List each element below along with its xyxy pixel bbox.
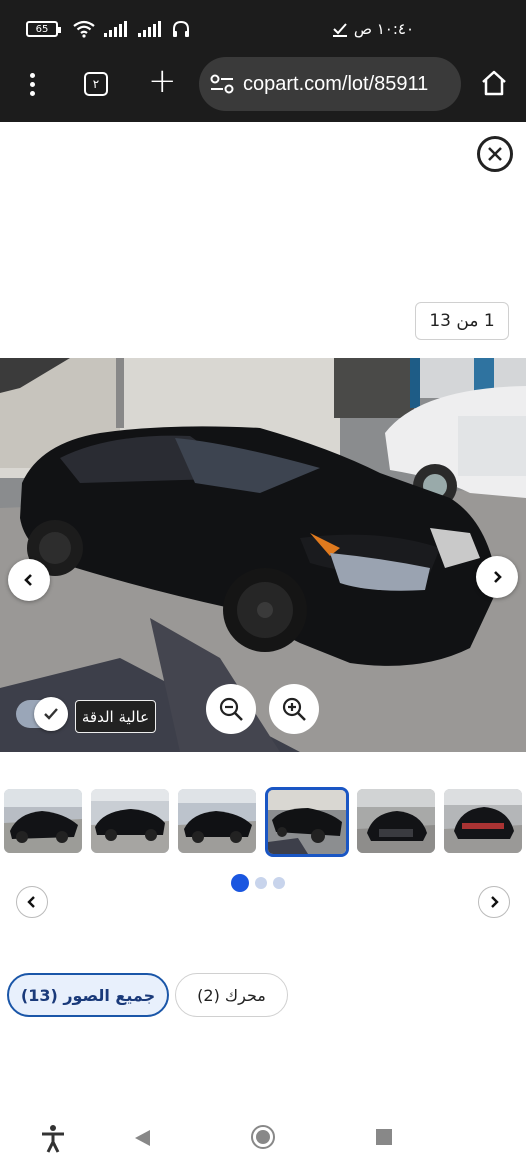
zoom-in-icon [282, 697, 306, 721]
system-nav-bar [0, 1110, 526, 1169]
chevron-right-icon [491, 896, 499, 908]
main-photo[interactable] [0, 358, 526, 752]
pagination-dot[interactable] [273, 877, 285, 889]
thumbnail-strip [4, 787, 526, 857]
status-time: ١٠:٤٠ ص [353, 20, 414, 38]
pagination-dot-active[interactable] [231, 874, 249, 892]
chevron-right-icon [494, 571, 502, 583]
hd-label-text: عالية الدقة [81, 707, 150, 726]
address-bar[interactable]: copart.com/lot/85911 [199, 57, 461, 111]
next-photo-button[interactable] [476, 556, 518, 598]
engine-photos-filter[interactable]: محرك (2) [175, 973, 288, 1017]
thumbnail[interactable] [4, 789, 82, 853]
zoom-in-button[interactable] [269, 684, 319, 734]
signal-icon-2 [138, 21, 161, 37]
back-icon[interactable] [132, 1128, 152, 1148]
pagination-dot[interactable] [255, 877, 267, 889]
headset-icon [173, 20, 189, 37]
car-photo-image [0, 358, 526, 752]
all-photos-filter[interactable]: جميع الصور (13) [7, 973, 169, 1017]
thumbnail-active[interactable] [265, 787, 349, 857]
image-counter: 1 من 13 [415, 302, 509, 340]
status-icons-right: ١٠:٤٠ ص [332, 20, 414, 38]
chevron-left-icon [27, 896, 35, 908]
browser-toolbar: ٢ + copart.com/lot/85911 [0, 57, 526, 122]
zoom-out-button[interactable] [206, 684, 256, 734]
home-button-icon[interactable] [250, 1124, 276, 1150]
hd-label: عالية الدقة [75, 700, 156, 733]
battery-icon: 65 [26, 21, 61, 37]
menu-icon[interactable] [20, 70, 44, 98]
thumbnail[interactable] [357, 789, 435, 853]
close-viewer-button[interactable] [477, 136, 513, 172]
thumbnail[interactable] [444, 789, 522, 853]
site-settings-icon[interactable] [209, 73, 235, 95]
thumbnails-prev-button[interactable] [16, 886, 48, 918]
url-text[interactable]: copart.com/lot/85911 [243, 73, 428, 96]
zoom-out-icon [219, 697, 243, 721]
download-done-icon [332, 23, 347, 37]
tab-count: ٢ [92, 77, 100, 91]
recents-icon[interactable] [375, 1128, 393, 1146]
chevron-left-icon [24, 574, 32, 586]
hd-toggle[interactable] [16, 697, 68, 731]
thumbnail[interactable] [178, 789, 256, 853]
image-counter-text: 1 من 13 [429, 311, 495, 331]
close-icon [488, 147, 502, 161]
engine-label: محرك (2) [197, 985, 266, 1005]
status-bar: 65 ١٠:٤٠ ص [0, 0, 526, 60]
wifi-icon [73, 20, 95, 38]
thumbnails-next-button[interactable] [478, 886, 510, 918]
previous-photo-button[interactable] [8, 559, 50, 601]
new-tab-button[interactable]: + [148, 64, 177, 98]
thumbnail-pagination [231, 874, 285, 892]
all-photos-label: جميع الصور (13) [20, 985, 156, 1005]
accessibility-icon[interactable] [40, 1124, 66, 1154]
battery-level: 65 [35, 23, 49, 35]
thumbnail[interactable] [91, 789, 169, 853]
home-icon[interactable] [480, 68, 508, 98]
check-icon [34, 697, 68, 731]
status-icons-left: 65 [26, 20, 190, 38]
tab-switcher-button[interactable]: ٢ [84, 72, 108, 96]
signal-icon-1 [104, 21, 127, 37]
